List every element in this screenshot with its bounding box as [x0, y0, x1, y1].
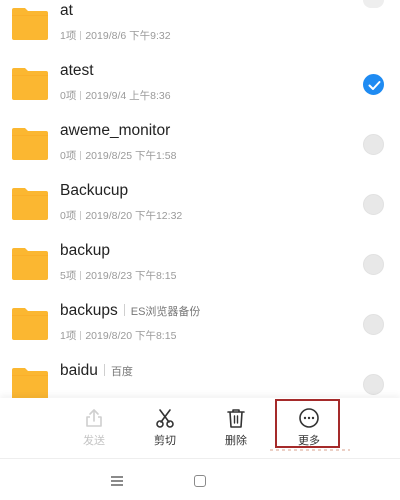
file-name: atest — [60, 62, 94, 79]
modified-date: 2019/8/20 下午12:32 — [85, 210, 183, 222]
file-row[interactable]: Backucup 0项 2019/8/20 下午12:32 — [0, 174, 400, 234]
selection-checkbox[interactable] — [363, 134, 384, 155]
file-name: baidu — [60, 362, 98, 379]
file-row[interactable]: baidu 百度 — [0, 354, 400, 400]
delete-button[interactable]: 删除 — [207, 398, 265, 456]
folder-icon — [11, 244, 49, 282]
file-name: aweme_monitor — [60, 122, 171, 139]
file-row[interactable]: backups ES浏览器备份 1项 2019/8/20 下午8:15 — [0, 294, 400, 354]
file-meta: 0项 2019/9/4 上午8:36 — [60, 88, 171, 103]
folder-icon — [11, 364, 49, 400]
file-manager-screen: at 1项 2019/8/6 下午9:32 atest 0项 2019/9/4 上午… — [0, 0, 400, 500]
home-icon[interactable] — [194, 475, 206, 487]
send-button[interactable]: 发送 — [65, 398, 123, 456]
system-nav-bar — [0, 459, 400, 500]
file-list[interactable]: at 1项 2019/8/6 下午9:32 atest 0项 2019/9/4 上午… — [0, 0, 400, 400]
item-count: 5项 — [60, 270, 77, 282]
file-meta: 0项 2019/8/20 下午12:32 — [60, 208, 182, 223]
modified-date: 2019/8/25 下午1:58 — [85, 150, 177, 162]
folder-icon — [11, 124, 49, 162]
share-icon — [83, 407, 105, 429]
send-label: 发送 — [83, 435, 105, 447]
decorative-dash — [270, 449, 350, 451]
folder-tag: ES浏览器备份 — [130, 306, 201, 318]
file-row[interactable]: backup 5项 2019/8/23 下午8:15 — [0, 234, 400, 294]
item-count: 1项 — [60, 30, 77, 42]
modified-date: 2019/8/23 下午8:15 — [85, 270, 177, 282]
file-meta: 1项 2019/8/20 下午8:15 — [60, 328, 176, 343]
file-meta: 0项 2019/8/25 下午1:58 — [60, 148, 176, 163]
file-row[interactable]: at 1项 2019/8/6 下午9:32 — [0, 0, 400, 54]
selection-checkbox[interactable] — [363, 254, 384, 275]
file-row[interactable]: atest 0项 2019/9/4 上午8:36 — [0, 54, 400, 114]
cut-button[interactable]: 剪切 — [136, 398, 194, 456]
selection-checkbox[interactable] — [363, 314, 384, 335]
folder-tag: 百度 — [110, 366, 133, 378]
highlight-annotation — [275, 399, 340, 448]
item-count: 1项 — [60, 330, 77, 342]
file-name: at — [60, 2, 73, 19]
folder-icon — [11, 304, 49, 342]
checkmark-icon — [368, 81, 381, 90]
name-separator — [103, 364, 105, 376]
selection-checkbox[interactable] — [363, 374, 384, 395]
selection-checkbox[interactable] — [363, 74, 384, 95]
name-separator — [123, 304, 125, 316]
item-count: 0项 — [60, 150, 77, 162]
menu-icon[interactable] — [111, 476, 123, 486]
cut-label: 剪切 — [154, 435, 176, 447]
trash-icon — [225, 407, 247, 429]
file-meta: 5项 2019/8/23 下午8:15 — [60, 268, 176, 283]
file-row[interactable]: aweme_monitor 0项 2019/8/25 下午1:58 — [0, 114, 400, 174]
folder-icon — [11, 64, 49, 102]
modified-date: 2019/8/6 下午9:32 — [85, 30, 171, 42]
modified-date: 2019/9/4 上午8:36 — [85, 90, 171, 102]
file-name: Backucup — [60, 182, 129, 199]
folder-icon — [11, 184, 49, 222]
item-count: 0项 — [60, 90, 77, 102]
selection-checkbox[interactable] — [363, 194, 384, 215]
file-meta: 1项 2019/8/6 下午9:32 — [60, 28, 171, 43]
file-name: backup — [60, 242, 110, 259]
scissors-icon — [154, 407, 176, 429]
folder-icon — [11, 4, 49, 42]
file-name: backups — [60, 302, 118, 319]
modified-date: 2019/8/20 下午8:15 — [85, 330, 177, 342]
delete-label: 删除 — [225, 435, 247, 447]
item-count: 0项 — [60, 210, 77, 222]
